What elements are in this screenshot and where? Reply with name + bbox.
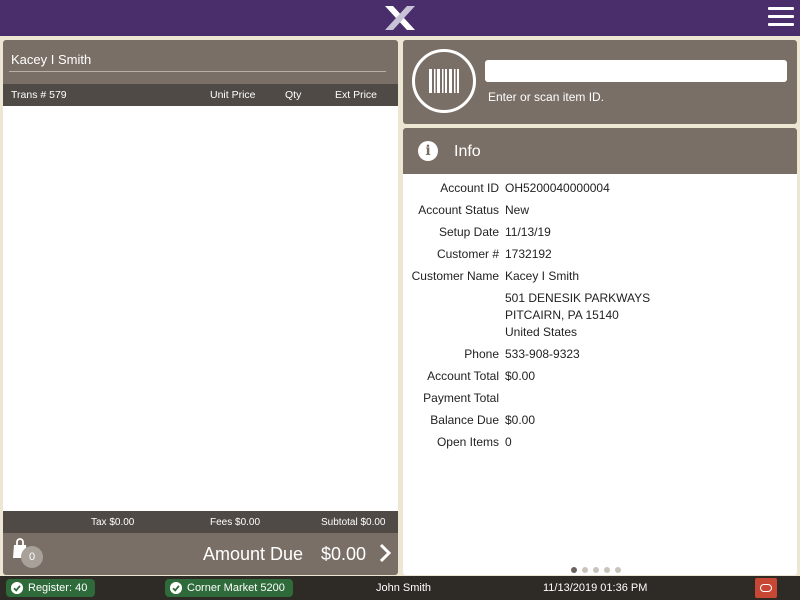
amount-due-button[interactable]: 0 Amount Due $0.00 <box>3 533 398 575</box>
info-value: OH5200040000004 <box>505 181 610 195</box>
hamburger-menu-icon[interactable] <box>768 7 794 29</box>
subtotal: Subtotal $0.00 <box>321 517 386 528</box>
info-label: Customer Name <box>411 269 499 283</box>
scan-panel: Enter or scan item ID. <box>403 40 797 124</box>
info-label: Account ID <box>440 181 499 195</box>
transaction-column-header: Trans # 579 Unit Price Qty Ext Price <box>3 84 398 106</box>
info-label: Phone <box>464 347 499 361</box>
oracle-icon <box>760 584 772 592</box>
info-label: Customer # <box>436 247 499 261</box>
info-label: Payment Total <box>423 391 499 405</box>
page-dot[interactable] <box>582 567 588 573</box>
info-value: New <box>505 203 530 217</box>
info-label: Balance Due <box>430 413 499 427</box>
x-logo-icon <box>385 6 415 30</box>
page-dot[interactable] <box>571 567 577 573</box>
store-status[interactable]: Corner Market 5200 <box>165 579 293 597</box>
info-value: 533-908-9323 <box>505 347 580 361</box>
status-bar: Register: 40 Corner Market 5200 John Smi… <box>0 576 800 600</box>
info-value: 0 <box>505 435 512 449</box>
column-unit-price: Unit Price <box>210 89 256 101</box>
check-circle-icon <box>170 582 182 594</box>
info-value: PITCAIRN, PA 15140 <box>505 308 619 322</box>
info-header: i Info <box>403 128 797 174</box>
register-status[interactable]: Register: 40 <box>6 579 96 597</box>
info-value: $0.00 <box>505 413 536 427</box>
info-label: Account Total <box>427 369 499 383</box>
customer-name: Kacey I Smith <box>11 52 92 67</box>
amount-due-value: $0.00 <box>321 544 367 564</box>
divider <box>9 71 386 72</box>
barcode-icon <box>429 69 459 93</box>
transaction-panel: Kacey I Smith Trans # 579 Unit Price Qty… <box>3 40 398 575</box>
chevron-right-icon <box>379 543 391 563</box>
customer-header[interactable]: Kacey I Smith <box>3 40 398 84</box>
info-label: Setup Date <box>438 225 499 239</box>
scan-hint: Enter or scan item ID. <box>488 90 605 104</box>
current-datetime: 11/13/2019 01:36 PM <box>543 582 648 594</box>
fees-total: Fees $0.00 <box>210 517 261 528</box>
info-value: 1732192 <box>505 247 552 261</box>
info-value: Kacey I Smith <box>505 269 580 283</box>
info-value: $0.00 <box>505 369 536 383</box>
tax-total: Tax $0.00 <box>91 517 135 528</box>
item-id-input[interactable] <box>485 60 787 82</box>
bag-count-badge: 0 <box>21 546 43 568</box>
trans-number: Trans # 579 <box>11 89 67 101</box>
page-dot[interactable] <box>604 567 610 573</box>
barcode-scan-button[interactable] <box>412 49 476 113</box>
check-circle-icon <box>11 582 23 594</box>
info-title: Info <box>454 143 481 160</box>
top-bar <box>0 0 800 36</box>
totals-bar: Tax $0.00 Fees $0.00 Subtotal $0.00 <box>3 511 398 533</box>
amount-due-label: Amount Due <box>203 544 304 564</box>
info-value: United States <box>505 325 578 339</box>
info-value: 11/13/19 <box>505 225 551 239</box>
store-label: Corner Market 5200 <box>187 582 285 594</box>
info-value: 501 DENESIK PARKWAYS <box>505 291 651 305</box>
oracle-logo-button[interactable] <box>755 578 777 598</box>
register-label: Register: 40 <box>28 582 88 594</box>
column-qty: Qty <box>285 89 302 101</box>
current-user: John Smith <box>376 582 432 594</box>
info-label: Account Status <box>418 203 499 217</box>
column-ext-price: Ext Price <box>335 89 378 101</box>
info-panel: i Info Account ID OH5200040000004 Accoun… <box>403 128 797 575</box>
page-dot[interactable] <box>615 567 621 573</box>
info-label: Open Items <box>436 435 499 449</box>
line-items-list[interactable] <box>3 106 398 511</box>
page-dot[interactable] <box>593 567 599 573</box>
page-indicator <box>571 560 626 573</box>
info-icon: i <box>418 141 438 161</box>
